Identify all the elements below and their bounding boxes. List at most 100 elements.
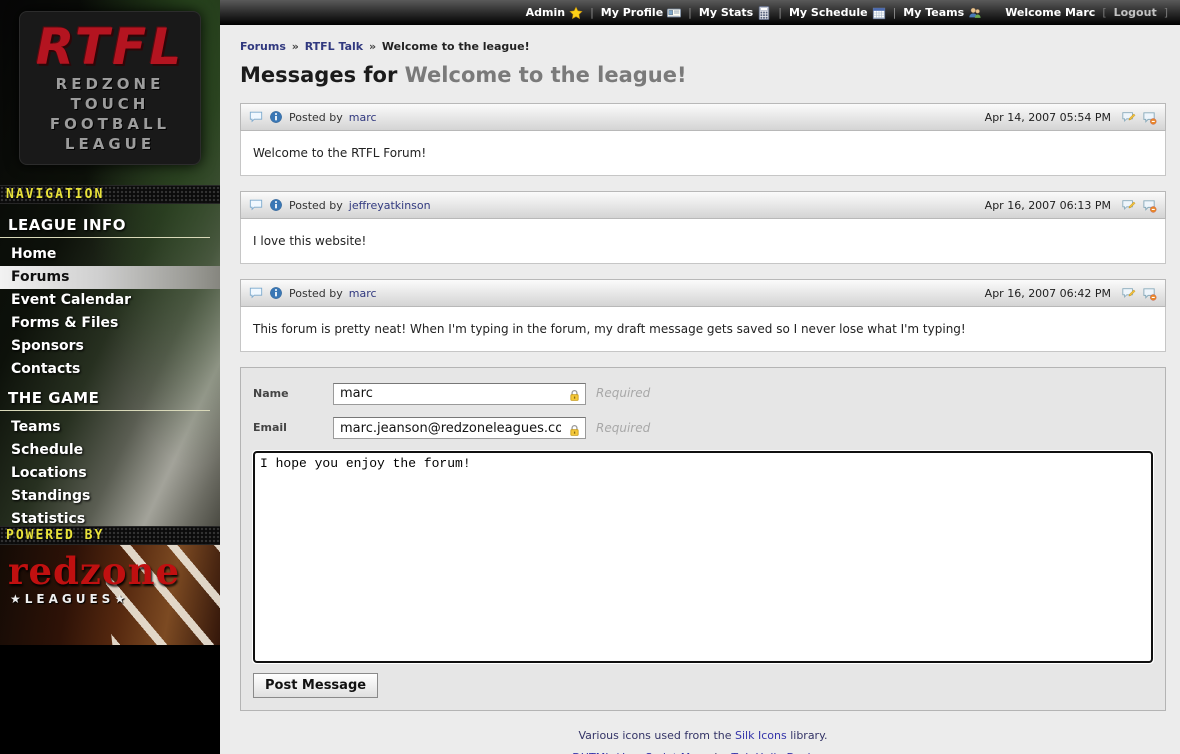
message-header: Posted by jeffreyatkinson Apr 16, 2007 0… (240, 191, 1166, 219)
topbar: Admin | My Profile | My Stats | My Sched… (220, 0, 1180, 25)
comment-icon (249, 198, 263, 212)
message-timestamp: Apr 16, 2007 06:42 PM (985, 287, 1111, 300)
logout-bracket: ] (1164, 6, 1168, 19)
delete-message-icon[interactable] (1142, 110, 1157, 125)
page-title-prefix: Messages for (240, 63, 397, 87)
sidebar-menu: LEAGUE INFO Home Forums Event Calendar F… (0, 204, 220, 526)
email-input[interactable] (333, 417, 586, 439)
comment-icon (249, 110, 263, 124)
league-logo-line: LEAGUE (20, 134, 200, 154)
calculator-icon (757, 6, 771, 20)
calendar-icon (872, 6, 886, 20)
delete-message-icon[interactable] (1142, 286, 1157, 301)
breadcrumb-rtfl-talk-link[interactable]: RTFL Talk (305, 40, 363, 53)
league-logo-line: FOOTBALL (20, 114, 200, 134)
name-row: Name Required (253, 382, 1153, 405)
post-message-button[interactable]: Post Message (253, 673, 378, 698)
topbar-separator: | (590, 6, 594, 19)
author-link[interactable]: jeffreyatkinson (349, 199, 431, 212)
topbar-my-stats[interactable]: My Stats (699, 6, 771, 20)
league-logo-line: REDZONE (20, 74, 200, 94)
topbar-my-profile[interactable]: My Profile (601, 6, 681, 20)
edit-message-icon[interactable] (1121, 286, 1136, 300)
topbar-my-schedule[interactable]: My Schedule (789, 6, 886, 20)
topbar-my-teams-label: My Teams (903, 6, 964, 19)
sidebar-item-contacts[interactable]: Contacts (0, 358, 220, 381)
footer-text: library. (790, 729, 827, 742)
menu-section-the-game: THE GAME (0, 381, 210, 411)
vcard-icon (667, 6, 681, 20)
sidebar-item-home[interactable]: Home (0, 243, 220, 266)
redzone-logo-text: redzone (8, 553, 220, 590)
menu-section-league-info: LEAGUE INFO (0, 208, 210, 238)
topbar-my-teams[interactable]: My Teams (903, 6, 982, 20)
info-icon[interactable] (269, 198, 283, 212)
comment-icon (249, 286, 263, 300)
message-timestamp: Apr 14, 2007 05:54 PM (985, 111, 1111, 124)
redzone-logo-subtext: ★LEAGUES★ (10, 592, 220, 606)
message-header: Posted by marc Apr 16, 2007 06:42 PM (240, 279, 1166, 307)
redzone-leagues-logo: redzone ★LEAGUES★ (0, 545, 220, 645)
edit-message-icon[interactable] (1121, 110, 1136, 124)
footer-text: Various icons used from the (578, 729, 731, 742)
topbar-separator: | (893, 6, 897, 19)
posted-by-label: Posted by (289, 111, 343, 124)
sidebar-item-event-calendar[interactable]: Event Calendar (0, 289, 220, 312)
navigation-header: NAVIGATION (0, 185, 220, 204)
edit-message-icon[interactable] (1121, 198, 1136, 212)
powered-by-header: POWERED BY (0, 526, 220, 545)
topbar-my-profile-label: My Profile (601, 6, 663, 19)
app-window: RTFL REDZONE TOUCH FOOTBALL LEAGUE NAVIG… (0, 0, 1180, 754)
breadcrumb-forums-link[interactable]: Forums (240, 40, 286, 53)
sidebar-item-standings[interactable]: Standings (0, 485, 220, 508)
info-icon[interactable] (269, 286, 283, 300)
message-timestamp: Apr 16, 2007 06:13 PM (985, 199, 1111, 212)
sidebar-item-schedule[interactable]: Schedule (0, 439, 220, 462)
welcome-user-text: Welcome Marc (1005, 6, 1095, 19)
required-label: Required (596, 386, 650, 400)
league-logo-line: TOUCH (20, 94, 200, 114)
message-post: Posted by marc Apr 14, 2007 05:54 PM Wel… (240, 103, 1166, 176)
email-label: Email (253, 421, 333, 434)
topbar-admin-label: Admin (526, 6, 565, 19)
author-link[interactable]: marc (349, 111, 377, 124)
group-icon (968, 6, 982, 20)
silk-icons-link[interactable]: Silk Icons (735, 729, 787, 742)
sidebar-filler (0, 645, 220, 754)
delete-message-icon[interactable] (1142, 198, 1157, 213)
breadcrumb-current: Welcome to the league! (382, 40, 530, 53)
topbar-my-stats-label: My Stats (699, 6, 753, 19)
posted-by-label: Posted by (289, 287, 343, 300)
info-icon[interactable] (269, 110, 283, 124)
topbar-my-schedule-label: My Schedule (789, 6, 868, 19)
sidebar-item-sponsors[interactable]: Sponsors (0, 335, 220, 358)
topbar-separator: | (778, 6, 782, 19)
message-post: Posted by marc Apr 16, 2007 06:42 PM Thi… (240, 279, 1166, 352)
page-title-topic: Welcome to the league! (405, 63, 687, 87)
footer-icons-credit: Various icons used from the Silk Icons l… (240, 729, 1166, 742)
message-header: Posted by marc Apr 14, 2007 05:54 PM (240, 103, 1166, 131)
content-area: Forums » RTFL Talk » Welcome to the leag… (220, 25, 1180, 754)
sidebar-item-forms-files[interactable]: Forms & Files (0, 312, 220, 335)
page-footer: Various icons used from the Silk Icons l… (240, 711, 1166, 754)
sidebar-item-forums[interactable]: Forums (0, 266, 220, 289)
league-logo-text: REDZONE TOUCH FOOTBALL LEAGUE (20, 74, 200, 154)
league-logo-box: RTFL REDZONE TOUCH FOOTBALL LEAGUE (19, 11, 201, 165)
email-row: Email Required (253, 417, 1153, 440)
league-logo-acronym: RTFL (20, 20, 200, 74)
sidebar-item-locations[interactable]: Locations (0, 462, 220, 485)
message-body: This forum is pretty neat! When I'm typi… (240, 307, 1166, 352)
logout-button[interactable]: Logout (1114, 6, 1157, 19)
message-textarea[interactable]: I hope you enjoy the forum! (253, 451, 1153, 663)
logout-bracket: [ (1102, 6, 1106, 19)
breadcrumb-separator: » (290, 40, 301, 53)
breadcrumb: Forums » RTFL Talk » Welcome to the leag… (240, 40, 1166, 53)
name-input[interactable] (333, 383, 586, 405)
author-link[interactable]: marc (349, 287, 377, 300)
email-input-wrap (333, 417, 586, 440)
page-title: Messages for Welcome to the league! (240, 63, 1166, 87)
sidebar: RTFL REDZONE TOUCH FOOTBALL LEAGUE NAVIG… (0, 0, 220, 754)
sidebar-item-teams[interactable]: Teams (0, 416, 220, 439)
topbar-admin[interactable]: Admin (526, 6, 583, 20)
message-body: I love this website! (240, 219, 1166, 264)
